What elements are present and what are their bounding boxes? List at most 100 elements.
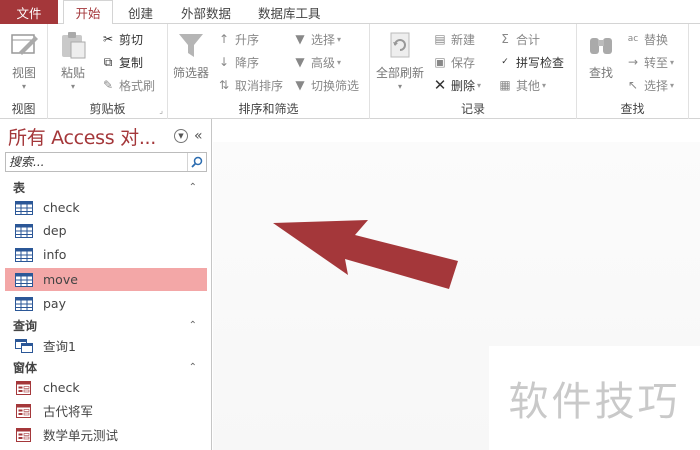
more-label: 其他 — [516, 78, 541, 93]
chevron-down-icon[interactable]: ▼ — [174, 129, 188, 143]
table-icon — [15, 223, 33, 238]
nav-item-form[interactable]: check — [5, 376, 207, 399]
select-button[interactable]: ↖ 选择 ▾ — [625, 76, 674, 94]
nav-item-table[interactable]: dep — [5, 219, 207, 242]
tab-create[interactable]: 创建 — [128, 0, 153, 24]
filter-button[interactable]: 筛选器 — [173, 30, 209, 81]
save-record-button[interactable]: ▣ 保存 — [432, 53, 475, 71]
selection-filter-button[interactable]: ▼ 选择 ▾ — [292, 30, 341, 48]
nav-item-label: 查询1 — [43, 339, 76, 354]
chevron-down-icon: ▾ — [337, 34, 342, 44]
spelling-check-icon: ✓ — [501, 57, 509, 67]
watermark: 软件技巧 — [489, 346, 700, 450]
find-label: 查找 — [588, 66, 613, 80]
group-label-view: 视图 — [11, 102, 36, 116]
group-sort-filter: 筛选器 ↑ 升序 ↓ 降序 ⇅ 取消排序 ▼ 选择 ▾ ▼ 高级 ▾ ▼ 切换筛选 排序和筛选 — [168, 24, 370, 119]
view-button[interactable]: 视图 ▾ — [9, 30, 39, 91]
advanced-filter-button[interactable]: ▼ 高级 ▾ — [292, 53, 341, 71]
find-button[interactable]: 查找 — [586, 30, 616, 81]
cut-label: 剪切 — [119, 32, 144, 47]
toggle-filter-label: 切换筛选 — [311, 78, 360, 93]
tab-external-data[interactable]: 外部数据 — [181, 0, 231, 24]
new-record-icon: ▤ — [434, 32, 446, 46]
group-label-sort-filter: 排序和筛选 — [238, 102, 299, 116]
table-icon — [15, 296, 33, 311]
tab-home[interactable]: 开始 — [63, 0, 113, 25]
table-icon — [15, 272, 33, 287]
main-workspace: 软件技巧 — [213, 120, 700, 450]
chevron-down-icon: ▾ — [337, 57, 342, 67]
chevron-down-icon: ▾ — [477, 80, 482, 90]
collapse-pane-icon[interactable]: « — [194, 128, 203, 144]
replace-label: 替换 — [644, 32, 669, 47]
annotation-arrow-icon — [273, 220, 458, 289]
refresh-all-button[interactable]: 全部刷新 ▾ — [376, 30, 424, 91]
selection-filter-label: 选择 — [311, 32, 336, 47]
nav-item-table[interactable]: pay — [5, 292, 207, 315]
group-find: 查找 ac 替换 → 转至 ▾ ↖ 选择 ▾ 查找 — [577, 24, 689, 119]
sort-descending-label: 降序 — [235, 55, 260, 70]
search-icon[interactable] — [187, 153, 206, 171]
spelling-button[interactable]: ✓ 拼写检查 — [497, 53, 564, 71]
category-label: 查询 — [13, 318, 38, 333]
copy-button[interactable]: ⧉ 复制 — [100, 53, 143, 71]
category-forms[interactable]: 窗体 ⌃ — [5, 358, 207, 376]
goto-button[interactable]: → 转至 ▾ — [625, 53, 674, 71]
paste-button[interactable]: 粘贴 ▾ — [58, 30, 88, 91]
nav-item-form[interactable]: 古代将军 — [5, 399, 207, 422]
nav-title[interactable]: 所有 Access 对... — [8, 123, 168, 150]
group-records: 全部刷新 ▾ ▤ 新建 ▣ 保存 ✕ 删除 ▾ Σ 合计 ✓ 拼写检查 ▦ 其他 ▾ 记录 — [370, 24, 577, 119]
delete-record-button[interactable]: ✕ 删除 ▾ — [432, 76, 481, 94]
spelling-label: 拼写检查 — [516, 55, 565, 70]
group-view: 视图 ▾ 视图 — [0, 24, 48, 119]
tab-file[interactable]: 文件 — [0, 0, 58, 24]
funnel-icon: ▼ — [295, 32, 305, 46]
nav-item-label: move — [43, 272, 78, 287]
table-icon — [15, 200, 33, 215]
totals-button[interactable]: Σ 合计 — [497, 30, 540, 48]
nav-item-table[interactable]: check — [5, 196, 207, 219]
nav-item-label: pay — [43, 296, 66, 311]
table-icon — [15, 247, 33, 262]
group-label-find: 查找 — [620, 102, 645, 116]
cut-button[interactable]: ✂ 剪切 — [100, 30, 143, 48]
category-tables[interactable]: 表 ⌃ — [5, 178, 207, 196]
nav-item-table[interactable]: info — [5, 243, 207, 266]
dialog-launcher-icon[interactable]: ⌟ — [159, 106, 163, 115]
nav-item-table-selected[interactable]: move — [5, 268, 207, 291]
toggle-filter-button[interactable]: ▼ 切换筛选 — [292, 76, 359, 94]
search-input[interactable] — [6, 153, 186, 171]
remove-sort-button[interactable]: ⇅ 取消排序 — [216, 76, 283, 94]
remove-sort-label: 取消排序 — [235, 78, 284, 93]
chevron-down-icon: ▾ — [398, 82, 403, 91]
new-record-button[interactable]: ▤ 新建 — [432, 30, 475, 48]
more-button[interactable]: ▦ 其他 ▾ — [497, 76, 546, 94]
replace-button[interactable]: ac 替换 — [625, 30, 668, 48]
nav-item-form[interactable]: 数学单元测试 — [5, 423, 207, 446]
copy-icon: ⧉ — [103, 54, 113, 69]
chevron-up-icon: ⌃ — [188, 361, 197, 373]
group-label-records: 记录 — [460, 102, 485, 116]
nav-header: 所有 Access 对... ▼ « — [8, 123, 208, 149]
category-label: 窗体 — [13, 360, 38, 375]
remove-sort-icon: ⇅ — [218, 78, 230, 92]
tab-database-tools[interactable]: 数据库工具 — [258, 0, 321, 24]
form-icon — [16, 427, 31, 442]
chevron-up-icon: ⌃ — [188, 319, 197, 331]
save-icon: ▣ — [434, 55, 446, 69]
query-icon — [15, 338, 33, 353]
format-painter-button[interactable]: ✎ 格式刷 — [100, 76, 155, 94]
funnel-icon: ▼ — [295, 55, 305, 69]
new-record-label: 新建 — [451, 32, 476, 47]
scissors-icon: ✂ — [102, 32, 114, 46]
sort-ascending-button[interactable]: ↑ 升序 — [216, 30, 259, 48]
delete-icon: ✕ — [433, 76, 447, 94]
grid-icon: ▦ — [499, 78, 511, 92]
nav-item-query[interactable]: 查询1 — [5, 334, 207, 357]
chevron-down-icon: ▾ — [670, 80, 675, 90]
sort-descending-button[interactable]: ↓ 降序 — [216, 53, 259, 71]
funnel-icon: ▼ — [295, 78, 305, 92]
category-queries[interactable]: 查询 ⌃ — [5, 316, 207, 334]
cursor-icon: ↖ — [627, 78, 639, 92]
nav-item-label: 古代将军 — [43, 404, 94, 419]
